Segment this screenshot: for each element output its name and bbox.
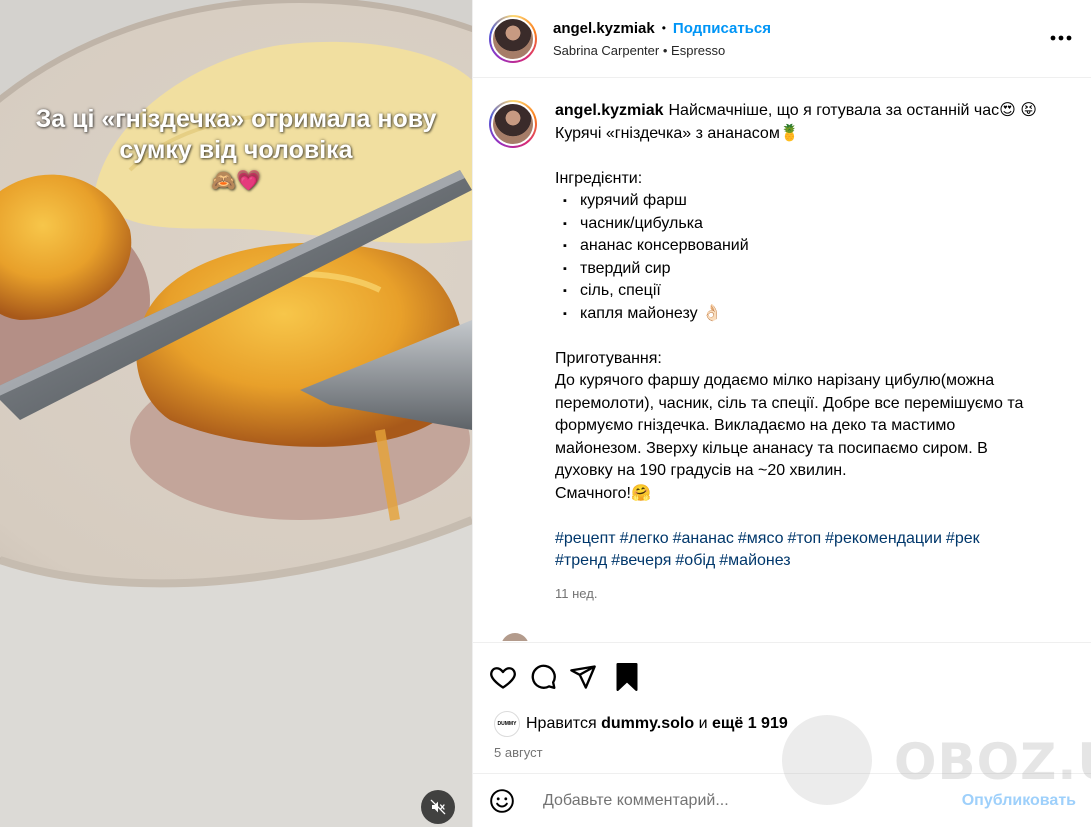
likes-and: и <box>698 715 708 732</box>
like-button[interactable] <box>489 657 529 697</box>
separator-dot: • <box>661 21 666 35</box>
audio-separator: • <box>662 42 668 58</box>
post-media[interactable]: За ці «гніздечка» отримала нову сумку ві… <box>0 0 472 827</box>
liker-username[interactable]: dummy.solo <box>601 715 694 733</box>
more-options-button[interactable] <box>1049 26 1073 50</box>
hashtag-link[interactable]: #вечеря <box>611 552 671 569</box>
mute-button[interactable] <box>421 790 455 824</box>
hashtag-link[interactable]: #тренд <box>555 552 607 569</box>
hashtags-line-2: #тренд #вечеря #обід #майонез <box>555 550 1075 573</box>
paper-plane-icon <box>570 665 596 689</box>
post-side-panel: angel.kyzmiak • Подписаться Sabrina Carp… <box>472 0 1091 827</box>
comment-button[interactable] <box>529 657 569 697</box>
method-line: До курячого фаршу додаємо мілко нарізану… <box>555 372 995 389</box>
more-dots-icon <box>1050 35 1072 41</box>
hashtag-link[interactable]: #рецепт <box>555 530 616 547</box>
caption-line-1: Найсмачніше, що я готувала за останній ч… <box>668 102 1037 119</box>
liker-avatar[interactable]: DUMMY <box>494 711 520 737</box>
publish-button[interactable]: Опубликовать <box>962 792 1076 810</box>
follow-button[interactable]: Подписаться <box>673 20 771 37</box>
hashtags-line-1: #рецепт #легко #ананас #мясо #топ #рекомендац… <box>555 528 1075 551</box>
likes-count-link[interactable]: ещё 1 919 <box>712 715 788 733</box>
hashtag-link[interactable]: #рек <box>946 530 980 547</box>
emoji-button[interactable] <box>489 783 525 819</box>
hashtag-link[interactable]: #ананас <box>673 530 734 547</box>
method-line: перемолоти), часник, сіль та спеції. Доб… <box>555 394 1024 412</box>
ingredients-heading: Інгредієнти: <box>555 169 643 187</box>
method-line: Смачного!🤗 <box>555 484 651 502</box>
add-comment-bar: Опубликовать <box>473 773 1091 827</box>
hashtag-link[interactable]: #мясо <box>738 530 784 547</box>
caption-author-avatar[interactable] <box>489 100 537 148</box>
commenter-avatar[interactable] <box>501 633 529 641</box>
caption-time[interactable]: 11 нед. <box>555 583 1075 606</box>
hashtag-link[interactable]: #топ <box>788 530 822 547</box>
audio-artist[interactable]: Sabrina Carpenter <box>553 43 659 58</box>
hashtag-link[interactable]: #майонез <box>719 552 790 569</box>
list-item: твердий сир <box>555 258 1075 281</box>
author-avatar[interactable] <box>489 14 537 63</box>
actions-section: DUMMY Нравится dummy.solo и ещё 1 919 5 … <box>473 642 1091 773</box>
post-caption: angel.kyzmiak Найсмачніше, що я готувала … <box>489 100 1079 605</box>
post-header: angel.kyzmiak • Подписаться Sabrina Carp… <box>473 0 1091 78</box>
audio-title[interactable]: Espresso <box>671 43 725 58</box>
list-item: ананас консервований <box>555 235 1075 258</box>
bookmark-filled-icon <box>616 663 638 691</box>
likes-prefix: Нравится <box>526 715 597 732</box>
likes-summary: DUMMY Нравится dummy.solo и ещё 1 919 <box>473 711 1091 737</box>
hashtag-link[interactable]: #обід <box>675 552 715 569</box>
heart-icon <box>490 667 516 689</box>
comments-area[interactable]: angel.kyzmiak Найсмачніше, що я готувала … <box>473 79 1091 641</box>
smiley-icon <box>490 788 514 813</box>
save-button[interactable] <box>609 657 639 697</box>
comment-bubble-icon <box>531 664 556 690</box>
caption-emojis: 🙈💗 <box>211 170 261 192</box>
caption-text: За ці «гніздечка» отримала нову сумку ві… <box>35 105 437 164</box>
list-item: сіль, спеції <box>555 280 1075 303</box>
list-item: часник/цибулька <box>555 213 1075 236</box>
list-item: капля майонезу 👌🏻 <box>555 303 1075 326</box>
action-bar <box>473 643 1091 711</box>
caption-line-2: Курячі «гніздечка» з ананасом🍍 <box>555 124 800 142</box>
speaker-muted-icon <box>430 799 446 815</box>
audio-info[interactable]: Sabrina Carpenter • Espresso <box>553 43 771 58</box>
share-button[interactable] <box>569 657 609 697</box>
post-date[interactable]: 5 август <box>473 745 1091 760</box>
caption-username[interactable]: angel.kyzmiak <box>555 102 664 119</box>
video-caption: За ці «гніздечка» отримала нову сумку ві… <box>30 104 442 197</box>
hashtag-link[interactable]: #рекомендации <box>825 530 942 547</box>
ingredients-list: курячий фарш часник/цибулька ананас конс… <box>555 190 1075 325</box>
method-line: духовку на 190 градусів на ~20 хвилин. <box>555 462 847 479</box>
method-heading: Приготування: <box>555 349 662 367</box>
author-username[interactable]: angel.kyzmiak <box>553 20 655 37</box>
method-line: майонезом. Зверху кільце ананасу та поси… <box>555 439 988 457</box>
method-line: формуємо гніздечка. Викладаємо на деко т… <box>555 417 956 434</box>
comment-input[interactable] <box>543 791 962 810</box>
hashtag-link[interactable]: #легко <box>620 530 669 547</box>
list-item: курячий фарш <box>555 190 1075 213</box>
